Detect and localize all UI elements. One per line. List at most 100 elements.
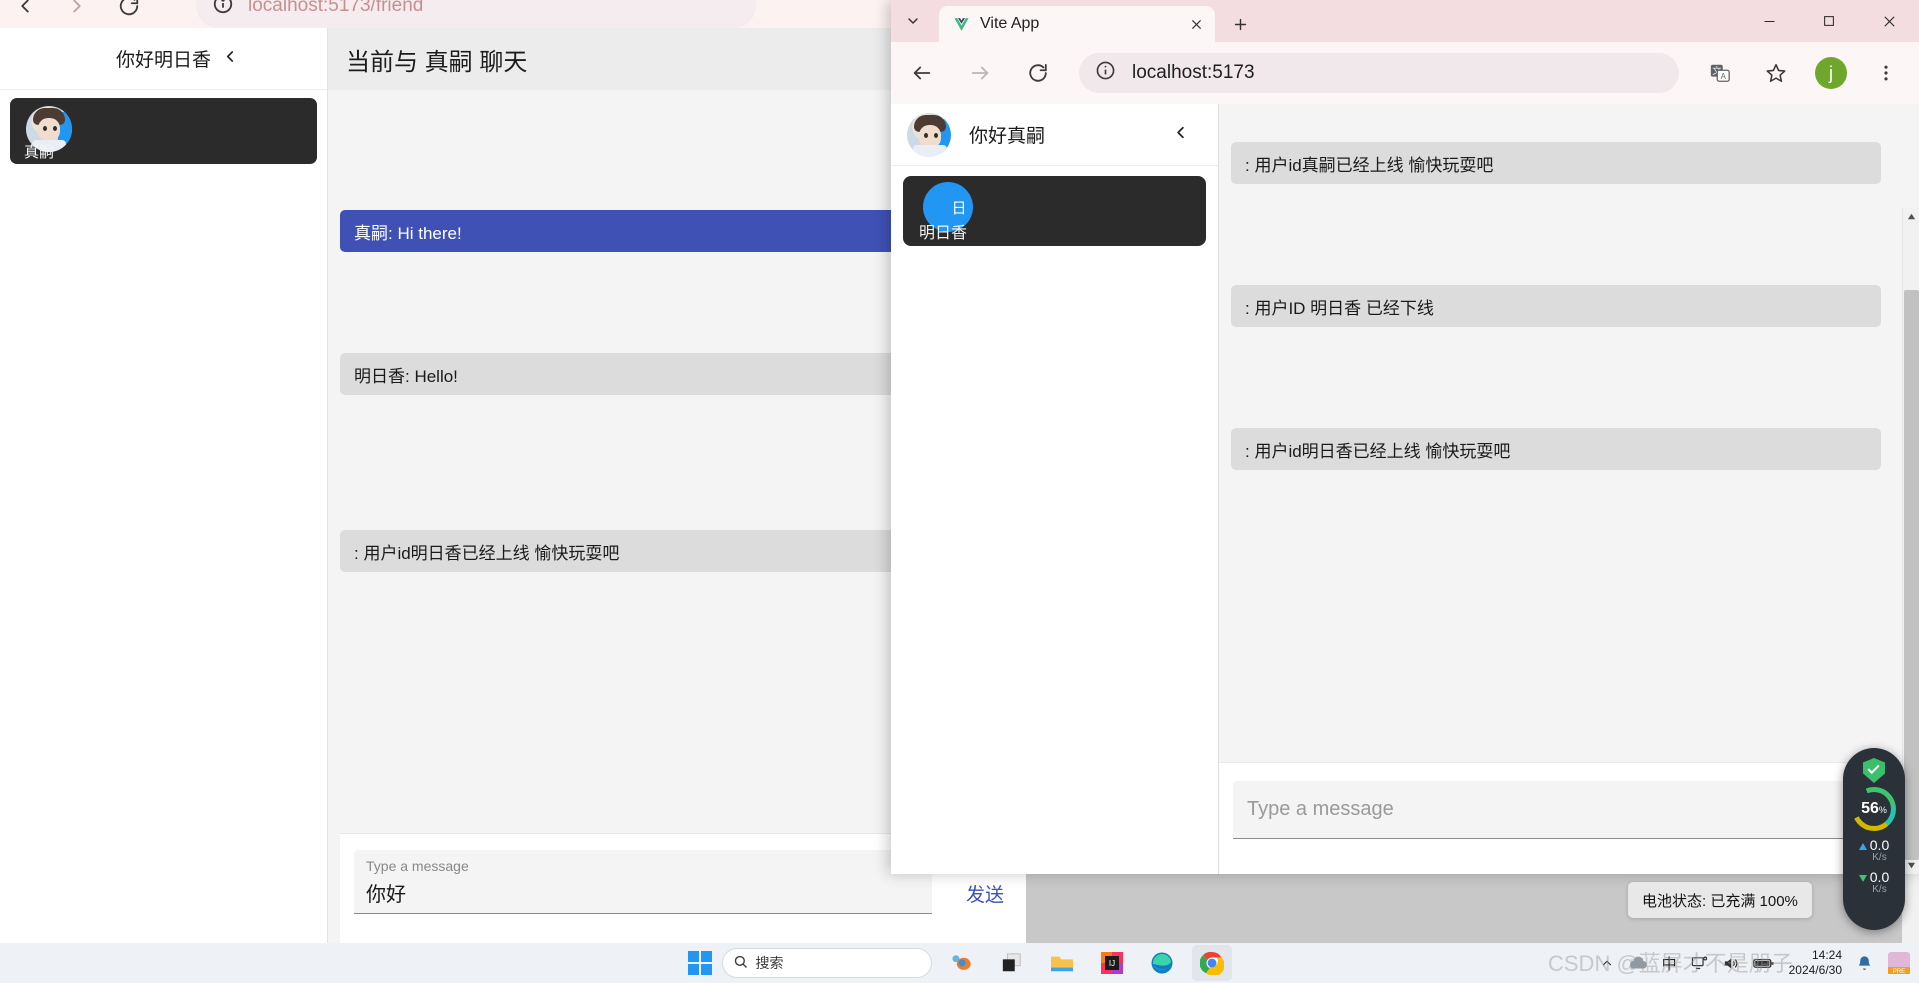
clock-date: 2024/6/30 — [1788, 963, 1842, 977]
window-controls — [1739, 0, 1919, 42]
reload-icon[interactable] — [1021, 56, 1055, 90]
cloud-icon[interactable] — [1628, 956, 1648, 971]
browser-tab[interactable]: Vite App — [939, 6, 1215, 42]
clock-time: 14:24 — [1811, 948, 1842, 962]
file-explorer-icon[interactable] — [1042, 945, 1082, 981]
taskbar-center-group: 搜索 IJ — [687, 945, 1232, 981]
sidebar-header: 你好真嗣 — [891, 104, 1218, 166]
info-circle-icon[interactable] — [1095, 60, 1116, 86]
background-friend-sidebar: 你好明日香 真嗣 — [0, 28, 328, 943]
background-back-button[interactable] — [14, 0, 36, 17]
upload-value: 0.0 — [1869, 837, 1890, 853]
message-input-placeholder: Type a message — [1247, 798, 1394, 820]
download-rate: 0.0 K/s — [1858, 869, 1890, 895]
content-scrollbar-thumb[interactable] — [1904, 290, 1919, 860]
browser-toolbar: localhost:5173 文A j — [891, 42, 1919, 104]
foreground-browser-window: Vite App localhost:5173 文 A j 你好真嗣 日 明日香… — [891, 0, 1919, 874]
friend-name: 明日香 — [919, 225, 968, 242]
background-friend-list-item[interactable]: 真嗣 — [10, 98, 317, 164]
chevron-down-icon[interactable] — [891, 0, 935, 42]
file-stack-icon[interactable] — [992, 945, 1032, 981]
premiere-pro-icon[interactable]: PRE — [1887, 951, 1911, 975]
translate-icon[interactable]: 文A — [1703, 56, 1737, 90]
shield-check-icon — [1863, 758, 1885, 783]
kebab-menu-icon[interactable] — [1869, 56, 1903, 90]
new-tab-button[interactable] — [1221, 6, 1259, 42]
forward-arrow-icon[interactable] — [963, 56, 997, 90]
background-sidebar-header: 你好明日香 — [0, 28, 327, 90]
background-address-bar[interactable]: localhost:5173/friend — [196, 0, 756, 28]
speaker-icon[interactable] — [1722, 955, 1739, 972]
background-forward-button[interactable] — [66, 0, 88, 17]
tab-strip: Vite App — [891, 0, 1919, 42]
google-chrome-icon[interactable] — [1191, 945, 1232, 981]
toolbar-actions: 文A j — [1703, 56, 1911, 90]
message-bubble: : 用户ID 明日香 已经下线 — [1231, 285, 1881, 327]
scroll-up-arrow-icon[interactable] — [1903, 208, 1919, 225]
svg-text:IJ: IJ — [1108, 959, 1114, 968]
friend-list-item[interactable]: 日 明日香 — [903, 176, 1206, 246]
friend-sidebar: 你好真嗣 日 明日香 — [891, 104, 1219, 874]
microsoft-edge-icon[interactable] — [1142, 945, 1182, 981]
chat-panel: : 用户id真嗣已经上线 愉快玩耍吧 : 用户ID 明日香 已经下线 : 用户i… — [1219, 104, 1919, 874]
taskbar-search-placeholder: 搜索 — [755, 955, 784, 971]
close-icon[interactable] — [1859, 0, 1919, 42]
browser-tab-title: Vite App — [980, 15, 1040, 32]
bell-icon[interactable] — [1856, 955, 1873, 972]
chevron-up-icon[interactable] — [1600, 956, 1614, 970]
message-input[interactable]: Type a message — [1233, 781, 1847, 839]
address-bar[interactable]: localhost:5173 — [1079, 53, 1679, 93]
background-site-info-icon[interactable] — [212, 0, 234, 20]
greeting-text: 你好真嗣 — [969, 126, 1046, 147]
page-content: 你好真嗣 日 明日香 : 用户id真嗣已经上线 愉快玩耍吧 : 用户ID 明日香… — [891, 104, 1919, 874]
avatar-letter: 日 — [951, 199, 967, 217]
system-tray: 中 14:24 2024/6/30 PRE — [1600, 948, 1911, 978]
close-icon[interactable] — [1185, 13, 1207, 35]
message-bubble: : 用户id明日香已经上线 愉快玩耍吧 — [1231, 428, 1881, 470]
chevron-left-icon[interactable] — [1171, 123, 1190, 147]
maximize-icon[interactable] — [1799, 0, 1859, 42]
download-unit: K/s — [1872, 884, 1887, 895]
pre-badge-text: PRE — [1893, 969, 1905, 975]
battery-status-tooltip: 电池状态: 已充满 100% — [1628, 882, 1812, 918]
weather-widget-icon[interactable] — [942, 945, 982, 981]
download-value: 0.0 — [1869, 869, 1890, 885]
message-bubble: : 用户id真嗣已经上线 愉快玩耍吧 — [1231, 142, 1881, 184]
system-monitor-widget[interactable]: 56% 0.0 K/s 0.0 K/s — [1843, 748, 1905, 930]
windows-logo-icon[interactable] — [687, 951, 712, 975]
background-message-input[interactable]: Type a message 你好 — [354, 850, 932, 914]
background-url-text: localhost:5173/friend — [248, 0, 424, 16]
upload-unit: K/s — [1872, 852, 1887, 863]
ime-indicator[interactable]: 中 — [1662, 953, 1677, 974]
arrow-down-icon — [1858, 875, 1867, 882]
background-send-button[interactable]: 发送 — [966, 880, 1004, 907]
background-reload-button[interactable] — [118, 0, 140, 17]
url-text: localhost:5173 — [1132, 62, 1255, 83]
minimize-icon[interactable] — [1739, 0, 1799, 42]
windows-taskbar: 搜索 IJ 中 14:24 2024/6/30 PRE — [0, 943, 1919, 983]
background-greeting-text: 你好明日香 — [115, 50, 211, 71]
back-arrow-icon[interactable] — [905, 56, 939, 90]
message-list: : 用户id真嗣已经上线 愉快玩耍吧 : 用户ID 明日香 已经下线 : 用户i… — [1219, 104, 1919, 762]
background-input-value: 你好 — [366, 884, 406, 906]
upload-rate: 0.0 K/s — [1858, 837, 1890, 863]
battery-icon[interactable] — [1752, 956, 1775, 970]
taskbar-clock[interactable]: 14:24 2024/6/30 — [1789, 948, 1842, 978]
star-icon[interactable] — [1759, 56, 1793, 90]
background-input-label: Type a message — [366, 858, 469, 874]
chevron-left-icon[interactable] — [221, 47, 239, 70]
intellij-idea-icon[interactable]: IJ — [1092, 945, 1132, 981]
profile-avatar[interactable]: j — [1815, 57, 1847, 89]
percent-sign: % — [1878, 805, 1887, 815]
monitor-icon[interactable] — [1691, 955, 1708, 972]
background-page-content: 你好明日香 真嗣 当前与 真嗣 聊天 真嗣: Hi there! 明日香: He… — [0, 28, 1026, 943]
arrow-up-icon — [1858, 843, 1867, 850]
desktop-root: localhost:5173/friend 你好明日香 真嗣 当前与 真嗣 聊天… — [0, 0, 1919, 983]
scroll-down-arrow-icon[interactable] — [1903, 857, 1919, 874]
taskbar-search-box[interactable]: 搜索 — [721, 948, 932, 978]
user-avatar — [907, 112, 951, 157]
svg-text:A: A — [1721, 72, 1727, 81]
background-friend-name: 真嗣 — [24, 144, 55, 161]
composer: Type a message — [1219, 762, 1919, 874]
vue-logo-icon — [953, 16, 970, 33]
